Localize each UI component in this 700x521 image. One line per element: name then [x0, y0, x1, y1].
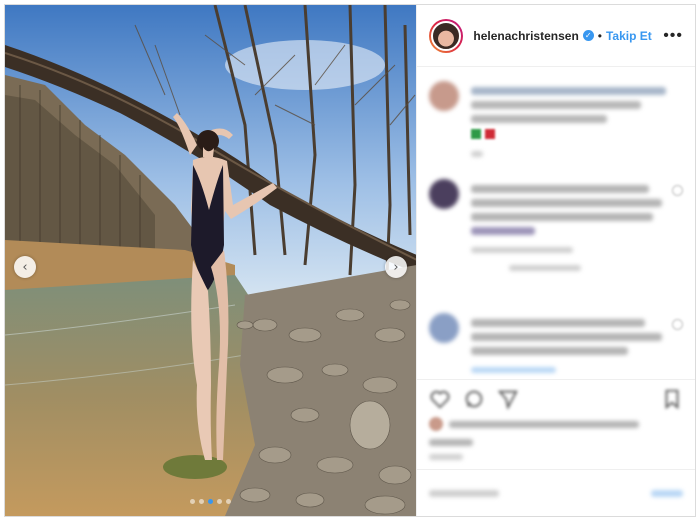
post-comment-button-blurred[interactable] — [651, 489, 683, 497]
comment-like-icon[interactable] — [672, 185, 683, 196]
add-comment-bar — [417, 469, 695, 516]
carousel-dot — [226, 499, 232, 504]
bookmark-icon[interactable] — [661, 388, 683, 410]
post-side-panel: helenachristensen ✓ • Takip Et ••• — [416, 5, 695, 516]
comments-section — [417, 67, 695, 379]
separator-dot: • — [597, 28, 602, 43]
avatar[interactable] — [429, 18, 464, 53]
likes-summary-blurred — [429, 417, 683, 446]
post-actions — [417, 379, 695, 418]
carousel-dot — [217, 499, 223, 504]
more-options-icon[interactable]: ••• — [663, 27, 683, 45]
comment-item — [429, 313, 683, 373]
caption-comment — [429, 81, 683, 157]
verified-badge-icon: ✓ — [582, 30, 594, 41]
comment-text-blurred — [471, 313, 683, 373]
carousel-dot — [199, 499, 205, 504]
chevron-left-icon: ‹ — [22, 259, 28, 275]
follow-button[interactable]: Takip Et — [606, 29, 652, 43]
carousel-dot-active — [208, 499, 214, 504]
carousel-prev-button[interactable]: ‹ — [14, 256, 36, 278]
comment-avatar[interactable] — [429, 313, 460, 343]
username[interactable]: helenachristensen — [473, 29, 578, 43]
photo-scene — [5, 5, 417, 516]
comment-icon[interactable] — [463, 388, 485, 410]
comment-avatar[interactable] — [429, 179, 460, 209]
caption-text-blurred — [471, 81, 683, 157]
comment-text-blurred — [471, 179, 683, 271]
chevron-right-icon: › — [393, 259, 399, 275]
comment-item — [429, 179, 683, 271]
carousel-indicator — [5, 499, 416, 504]
instagram-post: ‹ › helenachristensen ✓ • Takip Et ••• — [4, 4, 696, 517]
post-header: helenachristensen ✓ • Takip Et ••• — [417, 5, 695, 67]
avatar-image — [431, 20, 462, 51]
comment-like-icon[interactable] — [672, 319, 683, 330]
share-icon[interactable] — [497, 388, 519, 410]
post-timestamp-blurred — [429, 454, 464, 460]
post-photo[interactable]: ‹ › — [5, 5, 417, 516]
comment-avatar[interactable] — [429, 81, 460, 111]
carousel-next-button[interactable]: › — [385, 256, 407, 278]
comment-input-blurred[interactable] — [429, 489, 500, 497]
carousel-dot — [190, 499, 196, 504]
heart-icon[interactable] — [429, 388, 451, 410]
